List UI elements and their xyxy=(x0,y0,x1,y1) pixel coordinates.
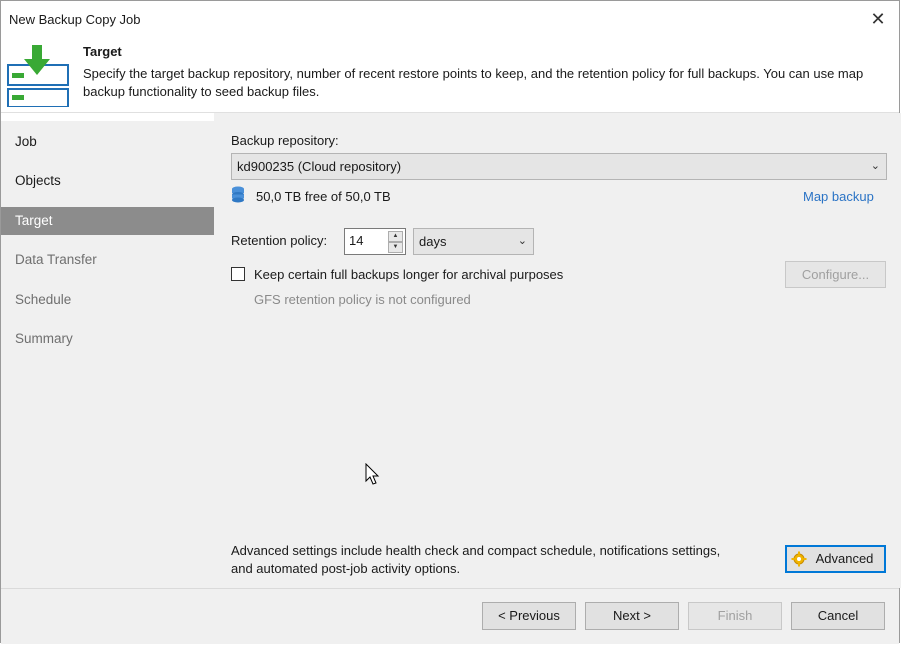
retention-unit-value: days xyxy=(419,234,447,249)
retention-policy-label: Retention policy: xyxy=(231,233,328,248)
next-button[interactable]: Next > xyxy=(585,602,679,630)
window-title: New Backup Copy Job xyxy=(9,12,141,27)
finish-button: Finish xyxy=(688,602,782,630)
backup-repository-dropdown[interactable]: kd900235 (Cloud repository) ⌄ xyxy=(231,153,887,180)
backup-repository-value: kd900235 (Cloud repository) xyxy=(237,159,402,174)
step-title: Target xyxy=(83,44,122,59)
advanced-settings-description-line2: and automated post-job activity options. xyxy=(231,561,461,576)
chevron-down-icon: ⌄ xyxy=(870,160,880,172)
free-space-text: 50,0 TB free of 50,0 TB xyxy=(256,189,391,204)
target-settings-panel: Backup repository: kd900235 (Cloud repos… xyxy=(214,113,901,588)
step-job[interactable]: Job xyxy=(1,128,214,156)
previous-button[interactable]: < Previous xyxy=(482,602,576,630)
configure-button: Configure... xyxy=(785,261,886,288)
step-target[interactable]: Target xyxy=(1,207,214,235)
new-backup-copy-job-dialog: New Backup Copy Job ✕ Target Specify the… xyxy=(0,0,901,644)
wizard-header: Target Specify the target backup reposit… xyxy=(1,37,899,113)
step-summary: Summary xyxy=(15,331,73,346)
gear-icon xyxy=(791,551,807,567)
backup-repository-label: Backup repository: xyxy=(231,133,339,148)
step-description: Specify the target backup repository, nu… xyxy=(83,66,864,99)
step-schedule: Schedule xyxy=(15,292,72,307)
backup-target-icon xyxy=(7,45,69,107)
stepper-up-icon[interactable]: ▲ xyxy=(388,231,403,242)
archival-checkbox[interactable] xyxy=(231,267,245,281)
retention-points-value: 14 xyxy=(349,233,364,248)
cancel-button[interactable]: Cancel xyxy=(791,602,885,630)
database-icon xyxy=(232,186,244,203)
retention-unit-dropdown[interactable]: days ⌄ xyxy=(413,228,534,255)
step-data-transfer: Data Transfer xyxy=(15,252,97,267)
gfs-status-text: GFS retention policy is not configured xyxy=(254,292,471,307)
advanced-settings-description-line1: Advanced settings include health check a… xyxy=(231,543,721,558)
retention-points-stepper[interactable]: 14 ▲ ▼ xyxy=(344,228,406,255)
advanced-button[interactable]: Advanced xyxy=(785,545,886,573)
advanced-button-label: Advanced xyxy=(815,551,874,566)
step-objects[interactable]: Objects xyxy=(1,167,214,195)
stepper-down-icon[interactable]: ▼ xyxy=(388,242,403,253)
close-icon[interactable]: ✕ xyxy=(865,7,891,31)
chevron-down-icon: ⌄ xyxy=(517,235,527,247)
archival-checkbox-label[interactable]: Keep certain full backups longer for arc… xyxy=(254,267,563,282)
mouse-pointer-icon xyxy=(365,463,380,485)
map-backup-link[interactable]: Map backup xyxy=(803,189,874,204)
wizard-footer: < Previous Next > Finish Cancel xyxy=(1,588,899,644)
title-bar: New Backup Copy Job ✕ xyxy=(1,1,899,37)
wizard-steps: Job Objects Target Data Transfer Schedul… xyxy=(1,121,214,588)
